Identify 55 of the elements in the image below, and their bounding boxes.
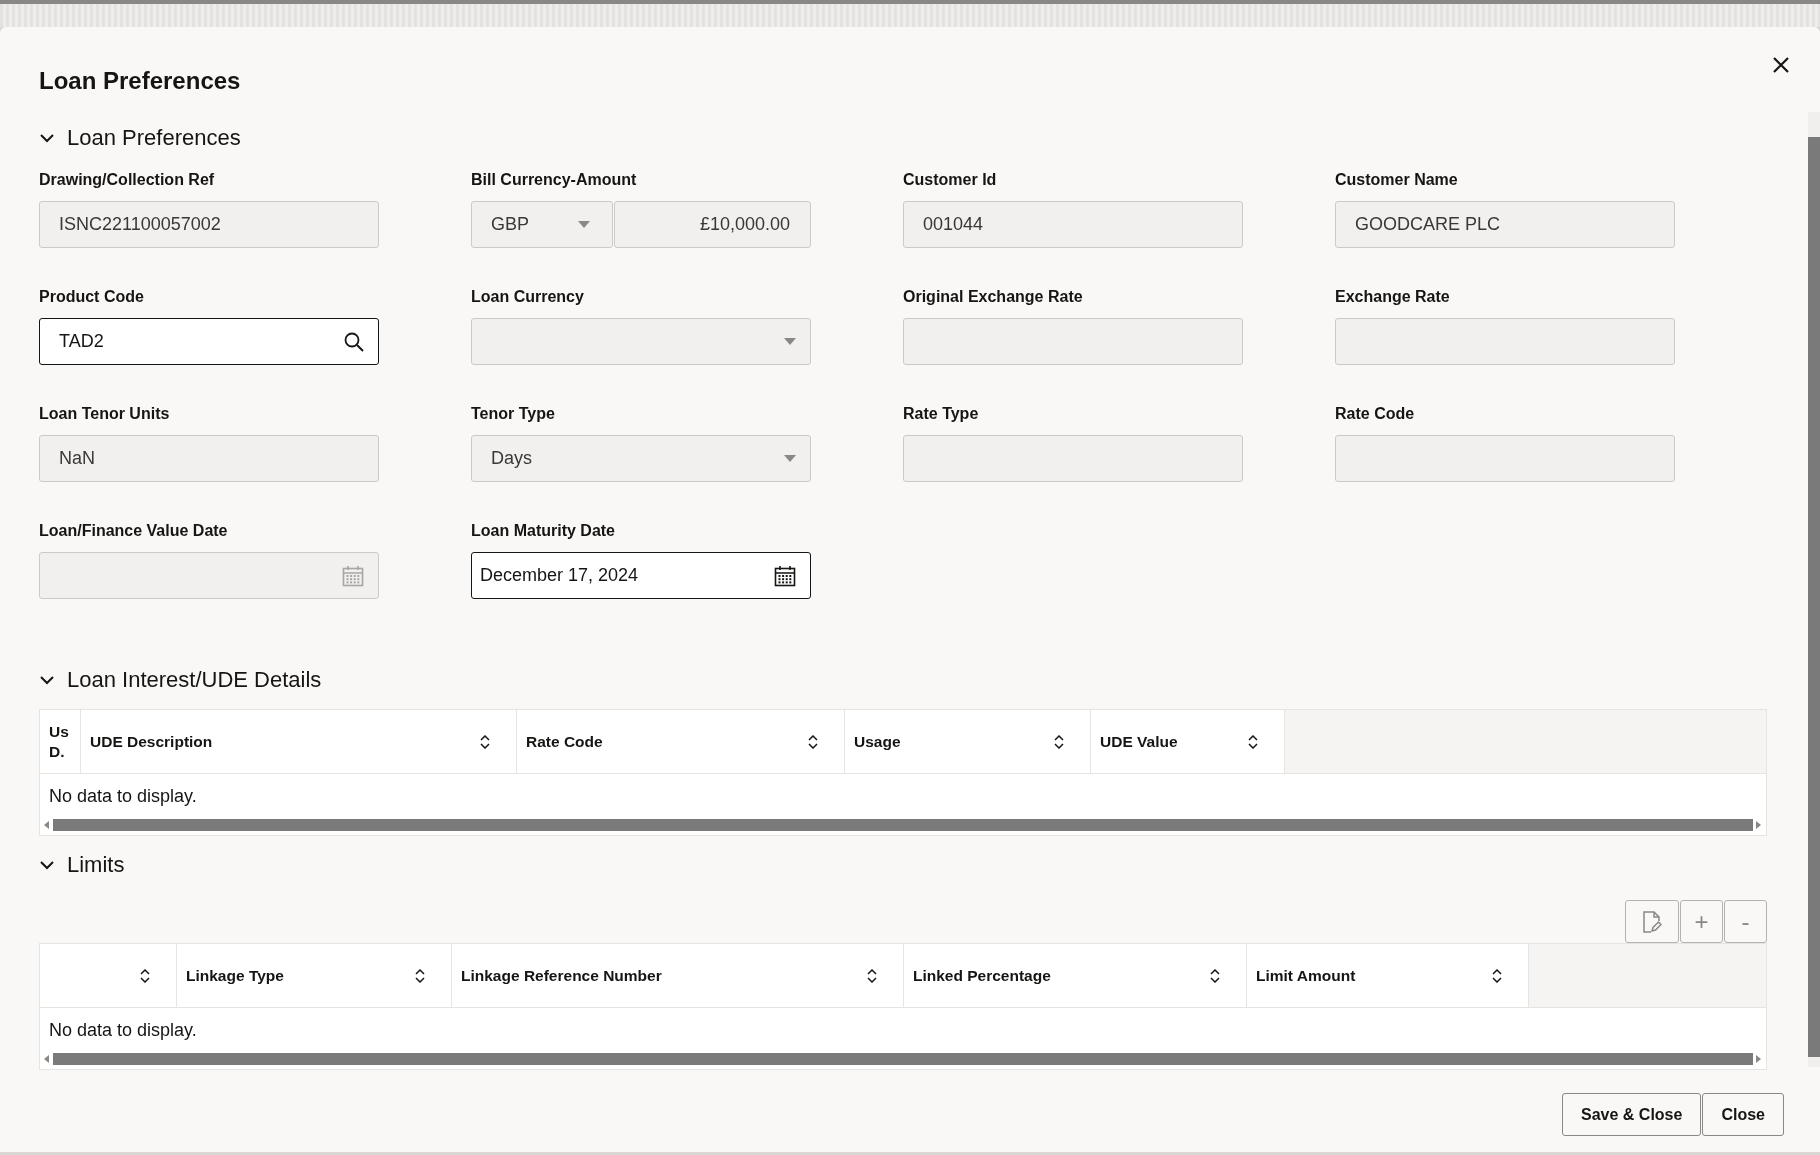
sort-icon[interactable]: [1492, 968, 1502, 983]
search-icon[interactable]: [344, 331, 364, 352]
field-label: Drawing/Collection Ref: [39, 171, 216, 189]
column-title: Linked Percentage: [913, 966, 1051, 985]
field-label: Loan Maturity Date: [471, 522, 616, 540]
dialog-button[interactable]: Save & Close: [1562, 1093, 1702, 1136]
sort-icon[interactable]: [415, 968, 425, 983]
column-title: Limit Amount: [1256, 966, 1356, 985]
caret-icon: [577, 221, 590, 228]
section-title[interactable]: Limits: [67, 852, 125, 878]
scroll-right-icon[interactable]: [1756, 821, 1762, 829]
search-field[interactable]: TAD2: [39, 318, 379, 365]
empty-message: No data to display.: [48, 785, 198, 808]
dialog-button[interactable]: Close: [1702, 1093, 1784, 1136]
field-label: Customer Name: [1335, 171, 1459, 189]
column-title: Us D.: [49, 721, 69, 762]
field-label: Loan Currency: [471, 288, 585, 306]
sort-icon[interactable]: [140, 968, 150, 983]
column-title: Rate Code: [526, 732, 603, 751]
field-label: Tenor Type: [471, 405, 556, 423]
edit-button[interactable]: [1625, 900, 1679, 943]
field-label: Product Code: [39, 288, 145, 306]
empty-message: No data to display.: [48, 1019, 198, 1042]
column-title: Usage: [854, 732, 901, 751]
edit-document-icon: [1642, 909, 1662, 934]
field-label: Original Exchange Rate: [903, 288, 1084, 306]
calendar-icon[interactable]: [774, 564, 796, 587]
caret-icon: [784, 455, 796, 462]
field-label: Loan/Finance Value Date: [39, 522, 229, 540]
field-label: Bill Currency-Amount: [471, 171, 638, 189]
dialog-title: Loan Preferences: [39, 67, 241, 95]
column-title: UDE Description: [90, 732, 213, 751]
sort-icon[interactable]: [1248, 734, 1258, 749]
scroll-left-icon[interactable]: [44, 821, 50, 829]
scroll-left-icon[interactable]: [44, 1055, 50, 1063]
column-title: Linkage Type: [186, 966, 284, 985]
scroll-right-icon[interactable]: [1756, 1055, 1762, 1063]
date-field[interactable]: December 17, 2024: [471, 552, 811, 599]
field-label: Loan Tenor Units: [39, 405, 171, 423]
section-title[interactable]: Loan Preferences: [67, 125, 241, 151]
sort-icon[interactable]: [480, 734, 490, 749]
section-title[interactable]: Loan Interest/UDE Details: [67, 667, 322, 693]
field-label: Customer Id: [903, 171, 998, 189]
close-icon[interactable]: [1772, 56, 1790, 74]
field-label: Exchange Rate: [1335, 288, 1451, 306]
field-label: Rate Type: [903, 405, 980, 423]
sort-icon[interactable]: [1210, 968, 1220, 983]
vertical-scrollbar[interactable]: [1808, 112, 1820, 1067]
sort-icon[interactable]: [867, 968, 877, 983]
column-title: Linkage Reference Number: [461, 966, 662, 985]
sort-icon[interactable]: [1054, 734, 1064, 749]
column-title: UDE Value: [1100, 732, 1178, 751]
field-label: Rate Code: [1335, 405, 1416, 423]
caret-icon: [784, 338, 796, 345]
sort-icon[interactable]: [808, 734, 818, 749]
